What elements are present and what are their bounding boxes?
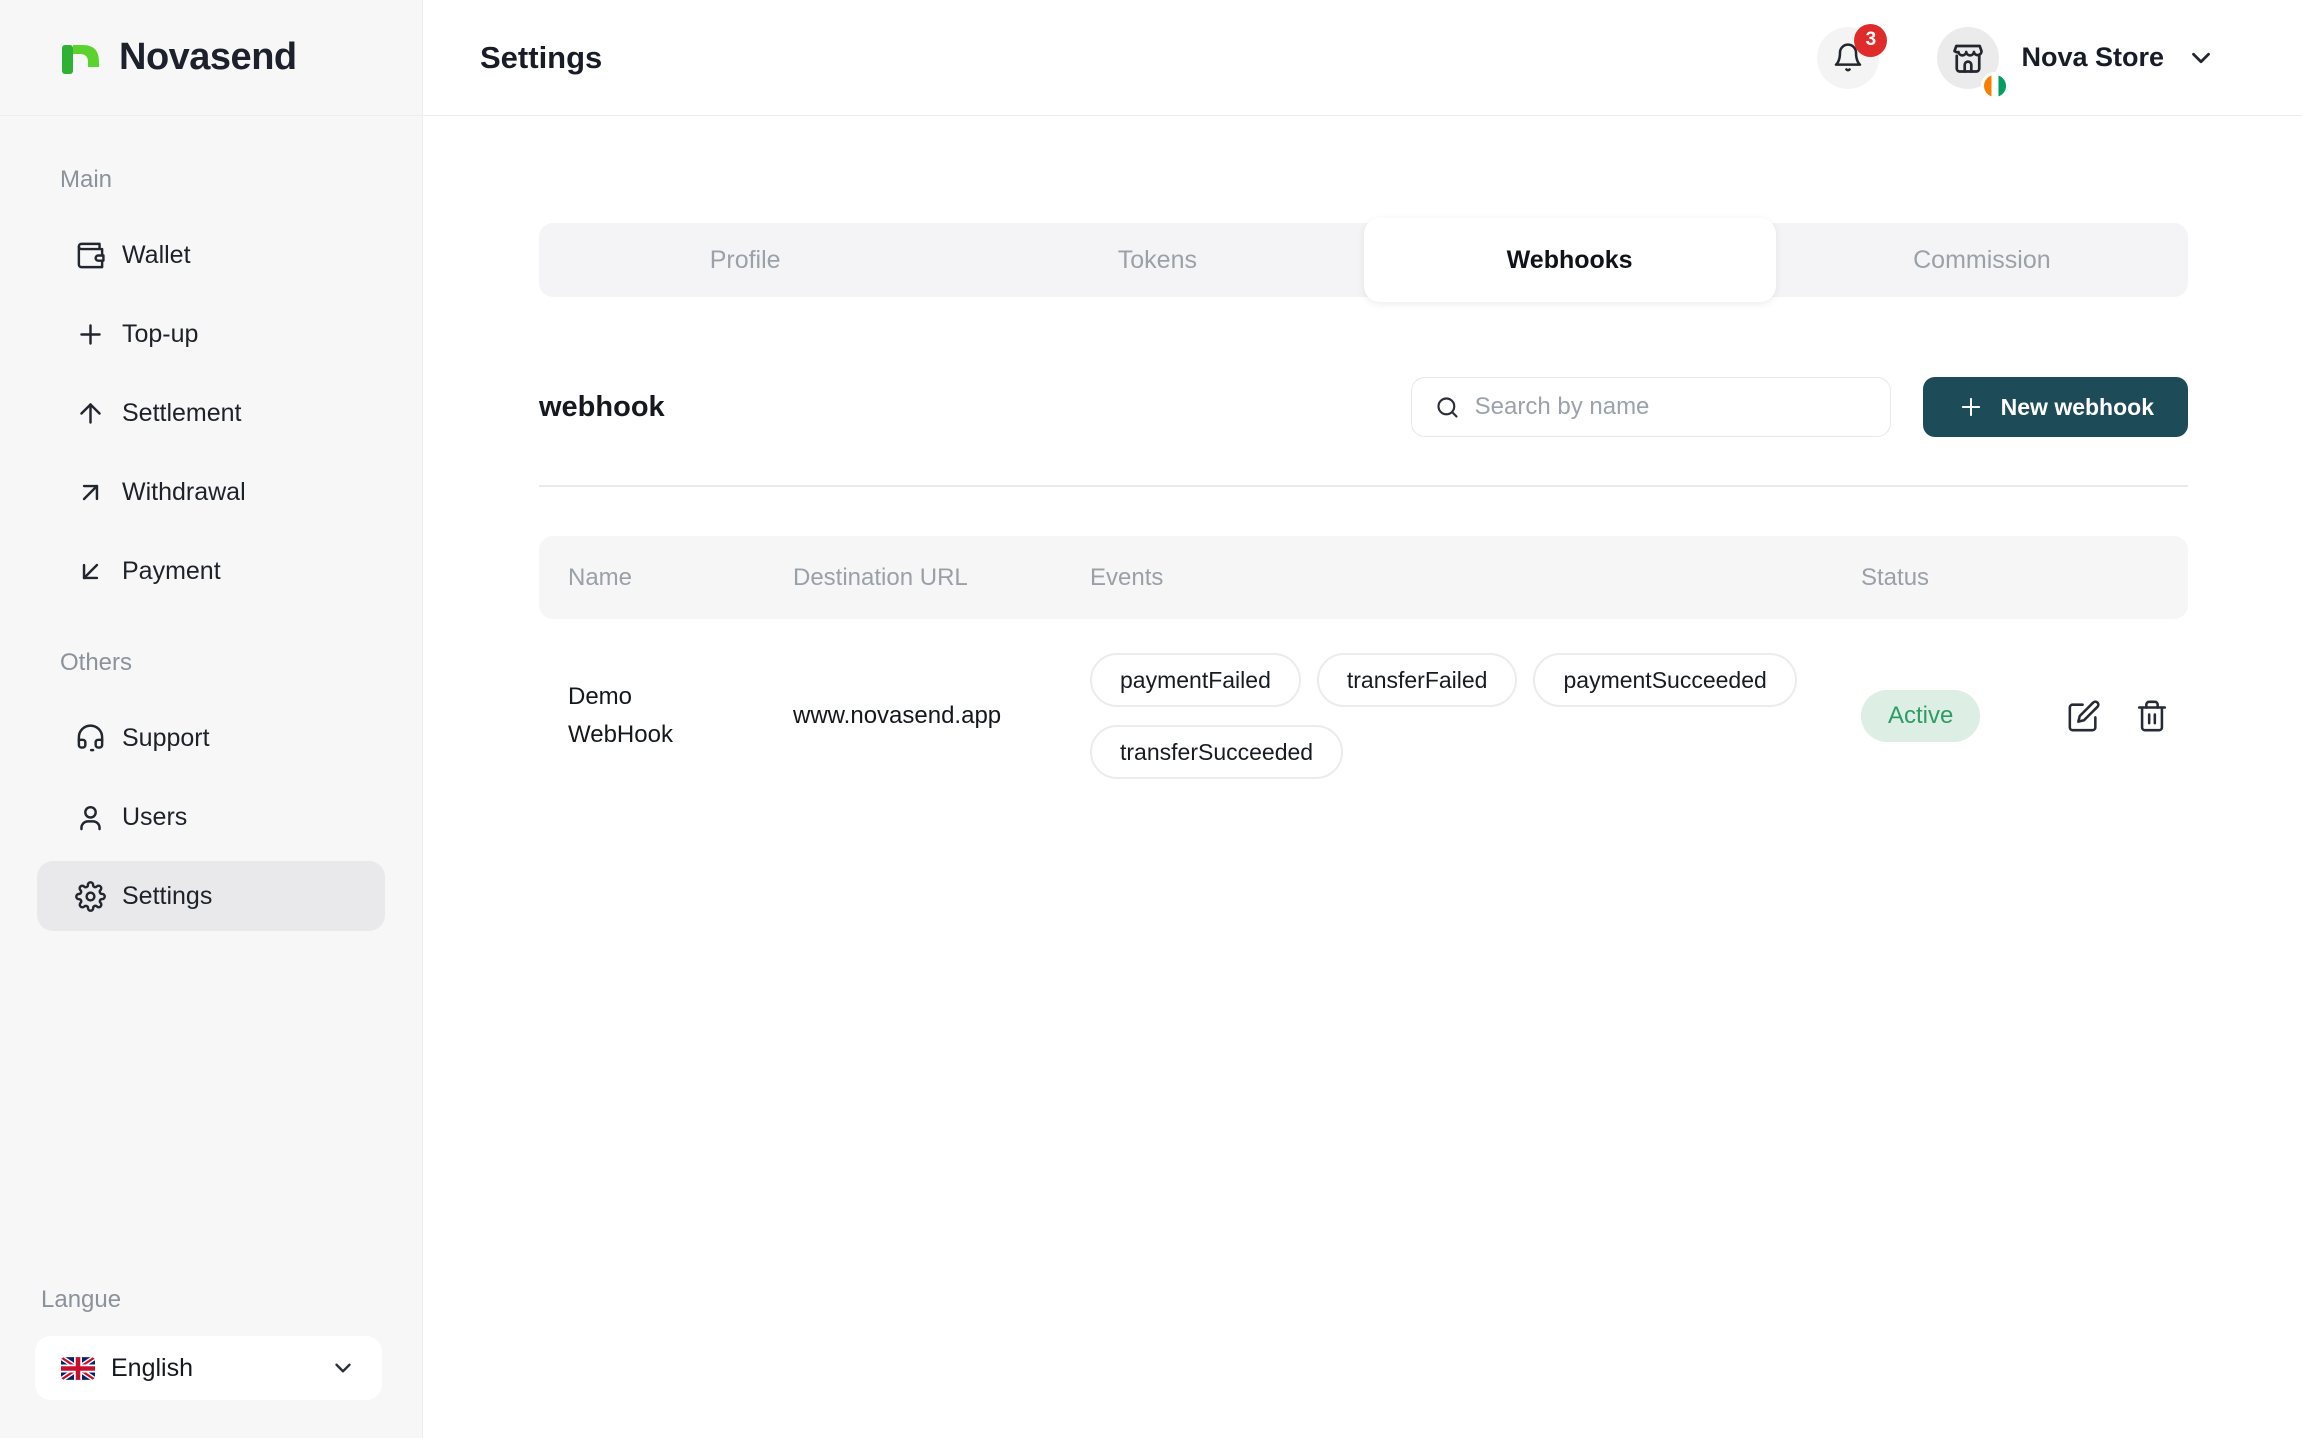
sidebar-item-label: Wallet (122, 241, 191, 270)
event-chip: paymentFailed (1090, 653, 1301, 707)
sidebar-item-label: Support (122, 724, 210, 753)
tab-tokens[interactable]: Tokens (951, 223, 1363, 297)
event-chip: paymentSucceeded (1533, 653, 1796, 707)
brand-logo: Novasend (0, 0, 422, 116)
sidebar-item-withdrawal[interactable]: Withdrawal (37, 457, 385, 527)
chevron-down-icon (330, 1355, 356, 1381)
trash-icon (2135, 699, 2169, 733)
top-header: Settings 3 Nova Store (423, 0, 2302, 116)
event-chip: transferFailed (1317, 653, 1518, 707)
chevron-down-icon (2186, 43, 2216, 73)
arrow-up-icon (75, 398, 106, 429)
headset-icon (75, 723, 106, 754)
webhook-events: paymentFailed transferFailed paymentSucc… (1090, 653, 1861, 779)
notification-count-badge: 3 (1854, 24, 1887, 57)
sidebar: Novasend Main Wallet Top-up Settle (0, 0, 423, 1438)
event-chip: transferSucceeded (1090, 725, 1343, 779)
user-icon (75, 802, 106, 833)
language-label: Langue (35, 1286, 382, 1314)
table-header: Name Destination URL Events Status (539, 536, 2188, 619)
column-header-status: Status (1861, 564, 2065, 592)
webhook-destination-url: www.novasend.app (793, 702, 1090, 730)
sidebar-item-support[interactable]: Support (37, 703, 385, 773)
header-actions: 3 Nova Store (1817, 27, 2216, 89)
new-webhook-button-label: New webhook (2001, 394, 2154, 421)
tab-profile[interactable]: Profile (539, 223, 951, 297)
sidebar-item-top-up[interactable]: Top-up (37, 299, 385, 369)
nav-section-others-label: Others (37, 649, 385, 677)
gear-icon (75, 881, 106, 912)
webhook-toolbar: webhook New webhook (539, 377, 2188, 437)
column-header-destination-url: Destination URL (793, 564, 1090, 592)
edit-icon (2067, 699, 2101, 733)
webhooks-table: Name Destination URL Events Status Demo … (539, 536, 2188, 813)
account-name: Nova Store (2021, 42, 2164, 73)
sidebar-nav: Main Wallet Top-up Settlement (0, 116, 422, 931)
sidebar-item-label: Settlement (122, 399, 242, 428)
sidebar-item-users[interactable]: Users (37, 782, 385, 852)
tab-commission[interactable]: Commission (1776, 223, 2188, 297)
sidebar-item-label: Users (122, 803, 187, 832)
sidebar-item-payment[interactable]: Payment (37, 536, 385, 606)
plus-icon (1957, 393, 1985, 421)
arrow-down-left-icon (75, 556, 106, 587)
novasend-logo-icon (57, 34, 105, 82)
plus-icon (75, 319, 106, 350)
webhook-name: Demo WebHook (568, 678, 728, 754)
wallet-icon (75, 240, 106, 271)
sidebar-item-label: Withdrawal (122, 478, 246, 507)
sidebar-item-label: Settings (122, 882, 212, 911)
nav-section-main-label: Main (37, 166, 385, 194)
uk-flag-icon (61, 1357, 95, 1380)
column-header-events: Events (1090, 564, 1861, 592)
language-select[interactable]: English (35, 1336, 382, 1400)
notifications-button[interactable]: 3 (1817, 27, 1879, 89)
language-value: English (111, 1354, 314, 1383)
ivory-coast-flag-badge (1981, 72, 2009, 100)
sidebar-item-label: Top-up (122, 320, 198, 349)
settings-tabs: Profile Tokens Webhooks Commission (539, 223, 2188, 297)
row-actions (2065, 697, 2208, 735)
sidebar-item-wallet[interactable]: Wallet (37, 220, 385, 290)
sidebar-item-settlement[interactable]: Settlement (37, 378, 385, 448)
search-input[interactable] (1475, 393, 1868, 421)
status-badge: Active (1861, 690, 1980, 742)
search-box (1411, 377, 1891, 437)
account-menu[interactable]: Nova Store (1905, 27, 2216, 89)
app-window: Novasend Main Wallet Top-up Settle (0, 0, 2302, 1438)
arrow-up-right-icon (75, 477, 106, 508)
new-webhook-button[interactable]: New webhook (1923, 377, 2188, 437)
divider (539, 485, 2188, 487)
sidebar-item-settings[interactable]: Settings (37, 861, 385, 931)
storefront-icon (1950, 40, 1986, 76)
avatar (1937, 27, 1999, 89)
main-content: Profile Tokens Webhooks Commission webho… (539, 116, 2188, 813)
webhook-heading: webhook (539, 391, 665, 424)
table-row: Demo WebHook www.novasend.app paymentFai… (539, 619, 2188, 813)
edit-webhook-button[interactable] (2065, 697, 2103, 735)
tab-webhooks[interactable]: Webhooks (1364, 218, 1776, 302)
sidebar-item-label: Payment (122, 557, 221, 586)
language-block: Langue English (35, 1286, 382, 1400)
page-title: Settings (480, 40, 602, 76)
column-header-name: Name (568, 564, 793, 592)
brand-name: Novasend (119, 36, 297, 79)
delete-webhook-button[interactable] (2133, 697, 2171, 735)
search-icon (1434, 394, 1461, 421)
